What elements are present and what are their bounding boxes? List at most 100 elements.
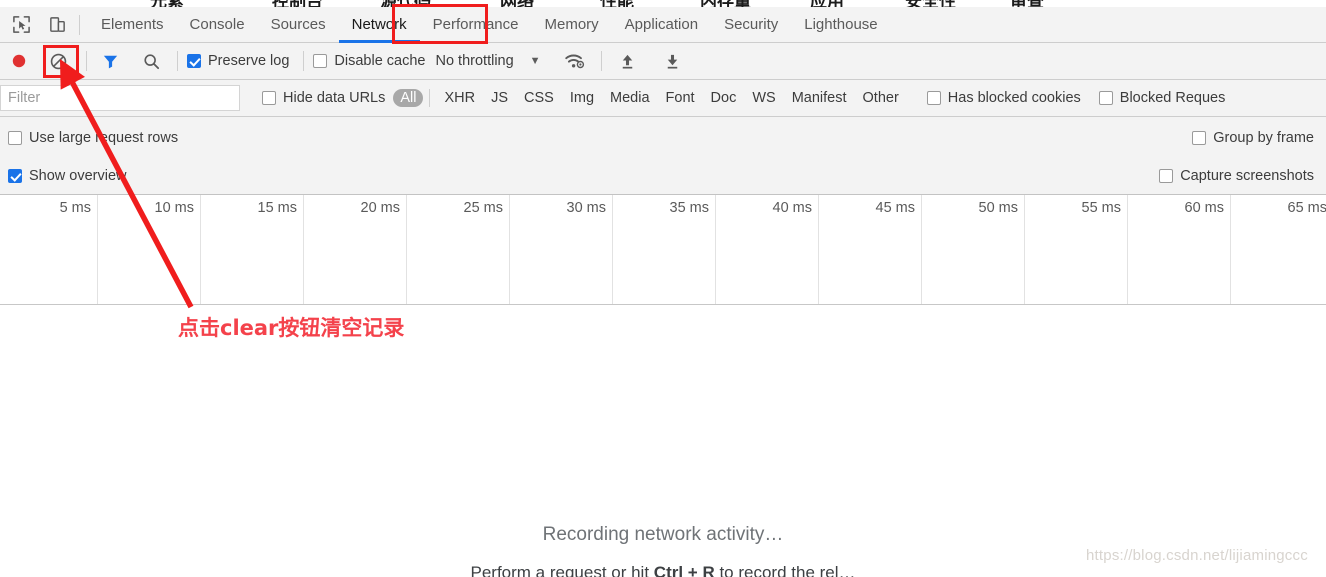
network-settings-pane: Use large request rows Show overview Gro…: [0, 117, 1326, 195]
record-button-icon[interactable]: [5, 47, 33, 75]
requests-empty-pane: Recording network activity… Perform a re…: [0, 306, 1326, 577]
disable-cache-label: Disable cache: [334, 53, 426, 69]
preserve-log-checkbox[interactable]: Preserve log: [187, 53, 289, 69]
filter-type-media[interactable]: Media: [602, 88, 658, 108]
filter-type-doc[interactable]: Doc: [703, 88, 745, 108]
timeline-tick-label: 15 ms: [257, 200, 298, 216]
tab-network[interactable]: Network: [338, 7, 420, 43]
cut-chinese-label: 安全性: [905, 0, 956, 7]
capture-screenshots-label: Capture screenshots: [1180, 168, 1314, 184]
timeline-tick-label: 45 ms: [875, 200, 916, 216]
timeline-tick-label: 35 ms: [669, 200, 710, 216]
blocked-requests-label: Blocked Reques: [1119, 90, 1226, 106]
network-filter-bar: Hide data URLs All XHRJSCSSImgMediaFontDo…: [0, 80, 1326, 117]
timeline-tick-label: 25 ms: [463, 200, 504, 216]
chevron-down-icon[interactable]: ▼: [530, 55, 541, 67]
filter-type-other[interactable]: Other: [855, 88, 907, 108]
tab-console[interactable]: Console: [177, 7, 258, 43]
timeline-tick-label: 50 ms: [978, 200, 1019, 216]
filter-type-xhr[interactable]: XHR: [436, 88, 483, 108]
filter-type-all[interactable]: All: [393, 89, 424, 107]
has-blocked-cookies-checkbox-box[interactable]: [926, 91, 941, 105]
show-overview-checkbox[interactable]: Show overview: [8, 168, 127, 184]
timeline-tick-label: 10 ms: [154, 200, 195, 216]
timeline-tick: [97, 195, 98, 304]
group-by-frame-checkbox[interactable]: Group by frame: [1192, 130, 1314, 146]
toolbar-divider-3: [303, 51, 305, 71]
use-large-request-rows-checkbox-box[interactable]: [8, 131, 22, 145]
tab-elements[interactable]: Elements: [88, 7, 177, 43]
hint-post: to record the rel…: [714, 563, 856, 577]
group-by-frame-label: Group by frame: [1213, 130, 1314, 146]
timeline-tick-label: 65 ms: [1287, 200, 1326, 216]
inspect-element-icon[interactable]: [6, 10, 36, 40]
device-toolbar-icon[interactable]: [42, 10, 72, 40]
annotation-note-text: 点击clear按钮清空记录: [178, 316, 405, 340]
filter-type-js[interactable]: JS: [483, 88, 516, 108]
use-large-request-rows-label: Use large request rows: [29, 130, 179, 146]
devtools-tabbar: Elements Console Sources Network Performance…: [0, 7, 1326, 43]
recording-status-text: Recording network activity…: [542, 524, 784, 545]
hide-data-urls-label: Hide data URLs: [283, 90, 386, 106]
show-overview-checkbox-box[interactable]: [8, 169, 22, 183]
tab-lighthouse[interactable]: Lighthouse: [791, 7, 890, 43]
filter-type-img[interactable]: Img: [562, 88, 602, 108]
hint-pre: Perform a request or hit: [470, 563, 654, 577]
timeline-tick: [1230, 195, 1231, 304]
filter-type-css[interactable]: CSS: [516, 88, 562, 108]
use-large-request-rows-checkbox[interactable]: Use large request rows: [8, 130, 178, 146]
timeline-tick: [921, 195, 922, 304]
show-overview-label: Show overview: [29, 168, 127, 184]
timeline-tick-label: 20 ms: [360, 200, 401, 216]
timeline-tick: [1127, 195, 1128, 304]
toolbar-divider-1: [86, 51, 87, 71]
preserve-log-label: Preserve log: [208, 53, 290, 69]
hide-data-urls-checkbox[interactable]: Hide data URLs: [262, 90, 385, 106]
tab-memory[interactable]: Memory: [532, 7, 612, 43]
has-blocked-cookies-checkbox[interactable]: Has blocked cookies: [926, 90, 1081, 106]
filter-type-manifest[interactable]: Manifest: [784, 88, 855, 108]
timeline-tick: [200, 195, 201, 304]
timeline-tick: [509, 195, 510, 304]
filter-input[interactable]: [0, 85, 240, 111]
filter-type-font[interactable]: Font: [658, 88, 703, 108]
tab-sources[interactable]: Sources: [258, 7, 339, 43]
tab-performance[interactable]: Performance: [420, 7, 532, 43]
timeline-tick: [715, 195, 716, 304]
network-overview-timeline[interactable]: 5 ms 10 ms 15 ms 20 ms 25 ms 30 ms 35 ms 40 ms 4…: [0, 195, 1326, 305]
watermark: https://blog.csdn.net/lijiamingccc: [1086, 547, 1308, 564]
cut-chinese-label: 审查: [1010, 0, 1044, 7]
preserve-log-checkbox-box[interactable]: [187, 54, 201, 68]
disable-cache-checkbox-box[interactable]: [313, 54, 328, 68]
import-har-icon[interactable]: [614, 47, 642, 75]
group-by-frame-checkbox-box[interactable]: [1192, 131, 1207, 145]
toolbar-divider-2: [177, 51, 178, 71]
timeline-tick-label: 5 ms: [59, 200, 91, 216]
timeline-tick: [406, 195, 407, 304]
capture-screenshots-checkbox[interactable]: Capture screenshots: [1159, 168, 1314, 184]
network-conditions-icon[interactable]: [561, 47, 589, 75]
timeline-tick: [818, 195, 819, 304]
filter-funnel-icon[interactable]: [96, 47, 124, 75]
hide-data-urls-checkbox-box[interactable]: [262, 91, 276, 105]
filter-type-ws[interactable]: WS: [744, 88, 783, 108]
filter-type-divider: [429, 89, 431, 107]
timeline-tick-label: 55 ms: [1081, 200, 1122, 216]
export-har-icon[interactable]: [659, 47, 687, 75]
timeline-tick-label: 40 ms: [772, 200, 813, 216]
timeline-tick-label: 60 ms: [1184, 200, 1225, 216]
recording-hint-text: Perform a request or hit Ctrl + R to rec…: [0, 563, 1326, 577]
tab-security[interactable]: Security: [711, 7, 791, 43]
blocked-requests-checkbox[interactable]: Blocked Reques: [1098, 90, 1226, 106]
tab-application[interactable]: Application: [612, 7, 711, 43]
clear-icon[interactable]: [44, 47, 72, 75]
throttling-select[interactable]: No throttling: [435, 53, 513, 69]
tabbar-divider: [79, 14, 80, 35]
blocked-requests-checkbox-box[interactable]: [1098, 91, 1113, 105]
capture-screenshots-checkbox-box[interactable]: [1159, 169, 1174, 183]
hint-shortcut: Ctrl + R: [653, 563, 715, 577]
timeline-tick-label: 30 ms: [566, 200, 607, 216]
disable-cache-checkbox[interactable]: Disable cache: [313, 53, 425, 69]
search-icon[interactable]: [137, 47, 165, 75]
timeline-tick: [303, 195, 304, 304]
